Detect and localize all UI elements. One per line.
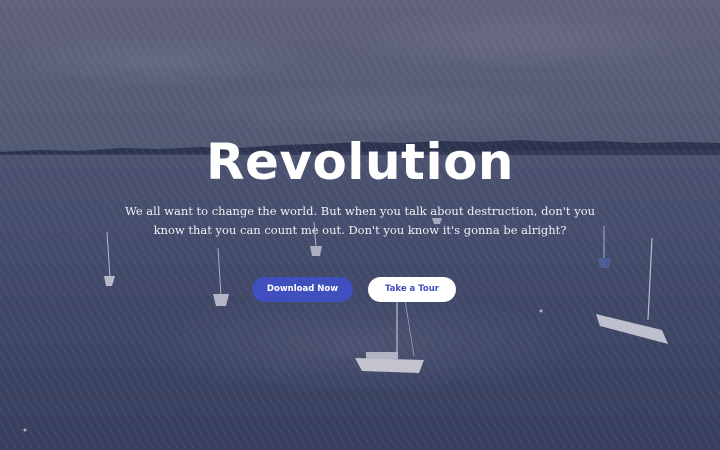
download-now-button[interactable]: Download Now [252, 277, 353, 302]
hero-title: Revolution [205, 133, 515, 191]
hero-section: Revolution We all want to change the wor… [0, 0, 720, 450]
hero-content: Revolution We all want to change the wor… [0, 0, 720, 450]
hero-tagline: We all want to change the world. But whe… [124, 204, 596, 237]
take-a-tour-button[interactable]: Take a Tour [368, 277, 456, 302]
